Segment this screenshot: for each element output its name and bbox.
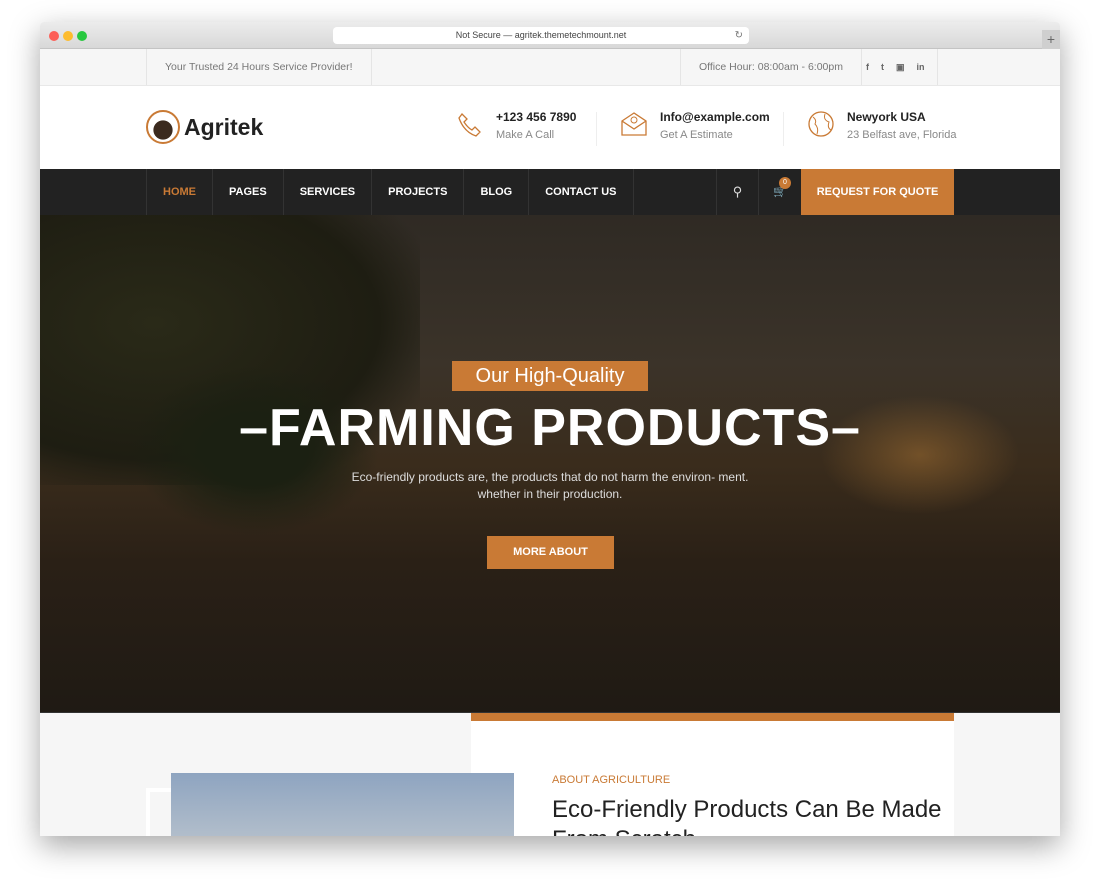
logo-text: Agritek <box>184 113 264 140</box>
nav-blog[interactable]: BLOG <box>463 169 528 215</box>
cart-count: 0 <box>779 177 791 189</box>
nav-home[interactable]: HOME <box>146 169 212 215</box>
hero-banner: Our High-Quality –FARMING PRODUCTS– Eco-… <box>40 215 1060 712</box>
address-bar[interactable]: Not Secure — agritek.themetechmount.net ↻ <box>333 27 749 44</box>
more-about-button[interactable]: MORE ABOUT <box>487 536 614 569</box>
browser-window: Not Secure — agritek.themetechmount.net ↻… <box>40 22 1060 836</box>
phone-icon <box>458 113 481 137</box>
about-kicker: ABOUT AGRICULTURE <box>552 774 671 786</box>
close-button[interactable] <box>49 31 59 41</box>
social-links: f t ▣ in <box>866 49 938 85</box>
url-text: Not Secure — agritek.themetechmount.net <box>455 30 627 40</box>
logo-icon <box>146 110 180 144</box>
twitter-icon[interactable]: t <box>881 62 884 72</box>
facebook-icon[interactable]: f <box>866 62 869 72</box>
flickr-icon[interactable]: ▣ <box>896 62 905 73</box>
new-tab-button[interactable]: + <box>1042 30 1060 49</box>
about-image <box>171 773 514 836</box>
hero-title-text: FARMING PRODUCTS <box>269 399 831 457</box>
contact-location: Newyork USA 23 Belfast ave, Florida <box>807 110 956 141</box>
nav-pages[interactable]: PAGES <box>212 169 283 215</box>
phone-number: +123 456 7890 <box>496 110 577 124</box>
nav-projects[interactable]: PROJECTS <box>371 169 463 215</box>
email-address[interactable]: Info@example.com <box>660 110 770 124</box>
request-quote-button[interactable]: REQUEST FOR QUOTE <box>801 169 954 215</box>
top-bar: Your Trusted 24 Hours Service Provider! … <box>40 49 1060 86</box>
minimize-button[interactable] <box>63 31 73 41</box>
title-bar: Not Secure — agritek.themetechmount.net ↻… <box>40 22 1060 49</box>
contact-email: Info@example.com Get A Estimate <box>620 110 770 141</box>
location-city: Newyork USA <box>847 110 926 124</box>
linkedin-icon[interactable]: in <box>917 62 925 72</box>
about-title: Eco-Friendly Products Can Be Made From S… <box>552 796 942 836</box>
tagline: Your Trusted 24 Hours Service Provider! <box>146 49 372 85</box>
hero-subtitle: Eco-friendly products are, the products … <box>351 470 749 501</box>
location-address: 23 Belfast ave, Florida <box>847 129 957 141</box>
header: Agritek +123 456 7890 Make A Call Info@ex… <box>40 86 1060 169</box>
cart-icon[interactable]: 🛒 0 <box>758 169 801 215</box>
email-sub: Get A Estimate <box>660 129 733 141</box>
office-hour: Office Hour: 08:00am - 6:00pm <box>680 49 862 85</box>
nav-services[interactable]: SERVICES <box>282 169 371 215</box>
hero-tag: Our High-Quality <box>452 361 648 391</box>
nav-contact-us[interactable]: CONTACT US <box>528 169 634 215</box>
main-nav: HOME PAGES SERVICES PROJECTS BLOG CONTAC… <box>40 169 1060 215</box>
about-card: ABOUT AGRICULTURE Eco-Friendly Products … <box>471 713 954 836</box>
globe-icon <box>808 111 834 137</box>
reload-icon[interactable]: ↻ <box>735 27 743 44</box>
phone-sub: Make A Call <box>496 129 555 141</box>
envelope-icon <box>621 112 647 136</box>
contact-phone: +123 456 7890 Make A Call <box>456 110 576 141</box>
hero-title: –FARMING PRODUCTS– <box>239 399 861 457</box>
logo[interactable]: Agritek <box>146 110 263 144</box>
maximize-button[interactable] <box>77 31 87 41</box>
about-section: ABOUT AGRICULTURE Eco-Friendly Products … <box>40 712 1060 836</box>
search-icon[interactable]: ⚲ <box>716 169 758 215</box>
